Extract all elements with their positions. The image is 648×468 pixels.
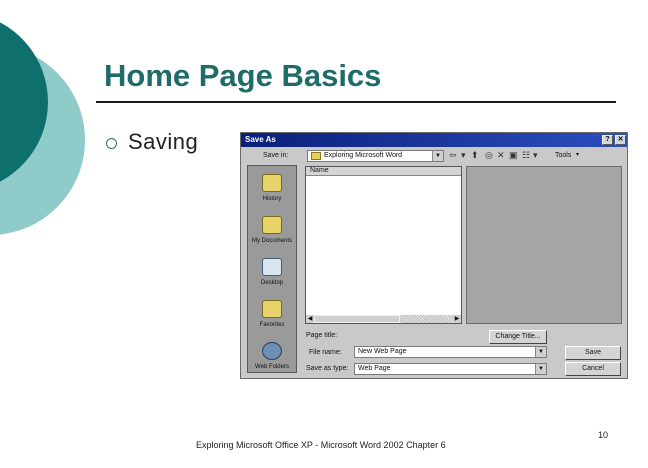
place-history[interactable]: History xyxy=(248,174,296,202)
desktop-icon xyxy=(262,258,282,276)
bullet-text: Saving xyxy=(128,129,199,154)
file-name-input[interactable]: New Web Page ▼ xyxy=(354,346,547,358)
places-bar: History My Documents Desktop Favorites W… xyxy=(247,165,297,373)
new-folder-icon[interactable]: ▣ xyxy=(509,150,518,161)
place-label: Web Folders xyxy=(255,364,289,370)
place-web-folders[interactable]: Web Folders xyxy=(248,342,296,370)
history-icon xyxy=(262,174,282,192)
preview-pane xyxy=(466,166,622,324)
title-rule xyxy=(96,101,616,103)
place-desktop[interactable]: Desktop xyxy=(248,258,296,286)
page-number: 10 xyxy=(598,430,609,440)
save-as-type-label: Save as type: xyxy=(306,365,349,372)
horizontal-scrollbar[interactable]: ◀ ▶ xyxy=(306,315,461,323)
search-web-icon[interactable]: ◎ xyxy=(485,150,493,161)
close-button[interactable]: ✕ xyxy=(615,135,626,145)
page-title-label: Page title: xyxy=(306,332,338,339)
place-label: History xyxy=(262,196,282,202)
file-name-value: New Web Page xyxy=(358,348,407,355)
place-label: My Documents xyxy=(251,238,292,244)
place-label: Favorites xyxy=(259,322,285,328)
chevron-down-icon[interactable]: ▼ xyxy=(432,151,443,161)
folder-icon xyxy=(311,152,321,160)
name-column-header[interactable]: Name xyxy=(306,167,461,176)
place-favorites[interactable]: Favorites xyxy=(248,300,296,328)
tools-menu[interactable]: Tools xyxy=(555,152,571,159)
dropdown-arrow-icon[interactable]: ▾ xyxy=(461,150,466,161)
tools-dropdown-icon[interactable]: ▾ xyxy=(576,151,579,158)
bullet-ring-icon xyxy=(106,138,117,149)
scroll-right-icon[interactable]: ▶ xyxy=(453,315,461,323)
save-as-type-dropdown[interactable]: Web Page ▼ xyxy=(354,363,547,375)
decorative-teal-shapes xyxy=(0,22,85,235)
scroll-left-icon[interactable]: ◀ xyxy=(306,315,314,323)
place-label: Desktop xyxy=(260,280,283,286)
cancel-button[interactable]: Cancel xyxy=(565,362,621,376)
save-as-type-value: Web Page xyxy=(358,365,391,372)
name-column-label: Name xyxy=(310,167,329,174)
file-name-label: File name: xyxy=(309,349,342,356)
save-as-dialog: Save As ? ✕ Save in: Exploring Microsoft… xyxy=(240,132,628,379)
up-folder-icon[interactable]: ⬆ xyxy=(471,150,479,161)
slide-title: Home Page Basics xyxy=(104,58,382,93)
web-folders-icon xyxy=(262,342,282,360)
delete-icon[interactable]: ✕ xyxy=(497,150,505,161)
save-button[interactable]: Save xyxy=(565,346,621,360)
file-list[interactable]: Name ◀ ▶ xyxy=(305,166,462,324)
views-dropdown-icon[interactable]: ▾ xyxy=(533,150,538,161)
save-in-value: Exploring Microsoft Word xyxy=(324,152,403,159)
back-icon[interactable]: ⇦ xyxy=(449,150,457,161)
chevron-down-icon[interactable]: ▼ xyxy=(535,364,546,374)
my-documents-icon xyxy=(262,216,282,234)
slide-footer: Exploring Microsoft Office XP - Microsof… xyxy=(196,440,446,450)
chevron-down-icon[interactable]: ▼ xyxy=(535,347,546,357)
place-my-documents[interactable]: My Documents xyxy=(248,216,296,244)
dialog-titlebar[interactable]: Save As ? ✕ xyxy=(241,133,627,147)
favorites-icon xyxy=(262,300,282,318)
change-title-button[interactable]: Change Title... xyxy=(489,330,547,344)
save-in-dropdown[interactable]: Exploring Microsoft Word ▼ xyxy=(307,150,444,162)
help-button[interactable]: ? xyxy=(602,135,613,145)
scroll-thumb[interactable] xyxy=(314,315,400,323)
save-in-label: Save in: xyxy=(263,152,289,159)
views-icon[interactable]: ☷ xyxy=(522,150,530,161)
dialog-title: Save As xyxy=(245,135,276,144)
